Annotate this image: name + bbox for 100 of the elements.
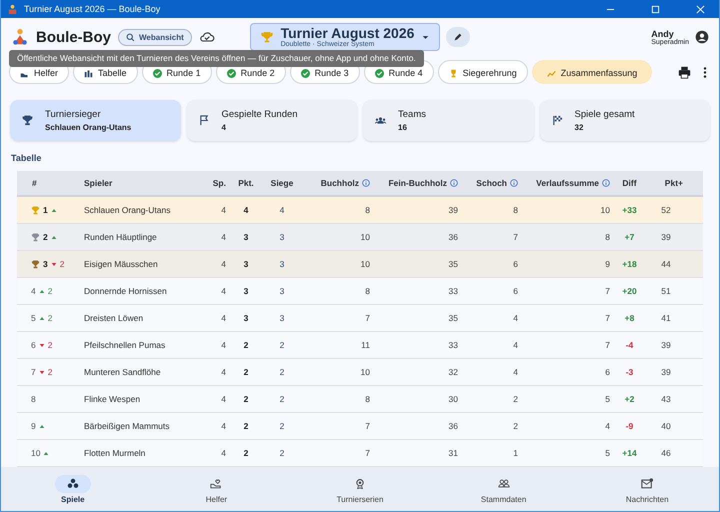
table-cell-text: 4 bbox=[220, 421, 227, 431]
rank: 7 bbox=[31, 367, 36, 377]
rank-change: 2 bbox=[48, 367, 52, 377]
table-cell-text: 39 bbox=[660, 367, 672, 377]
table-cell-text: 11 bbox=[360, 340, 371, 350]
maximize-icon[interactable] bbox=[651, 4, 660, 14]
table-cell-text: 6 bbox=[604, 367, 611, 377]
window-title: Turnier August 2026 — Boule-Boy bbox=[24, 4, 160, 14]
table-cell-text: 3 bbox=[242, 259, 250, 269]
people-icon bbox=[498, 478, 510, 489]
rank: 1 bbox=[43, 205, 48, 215]
table-cell-text: +14 bbox=[621, 448, 638, 458]
table-cell-text: +20 bbox=[621, 286, 638, 296]
close-icon[interactable] bbox=[696, 4, 705, 14]
stat-value: 4 bbox=[222, 123, 227, 132]
nav-item[interactable]: Nachrichten bbox=[575, 474, 719, 504]
table-cell-text: 4 bbox=[220, 367, 227, 377]
web-view-button[interactable]: Webansicht bbox=[118, 28, 192, 46]
edit-button[interactable] bbox=[446, 27, 470, 47]
rank: 2 bbox=[43, 232, 48, 242]
rank-change: 2 bbox=[48, 286, 52, 296]
info-icon[interactable] bbox=[510, 179, 518, 187]
user-name: Andy bbox=[651, 28, 674, 38]
print-icon[interactable] bbox=[678, 66, 691, 78]
column-header: Siege bbox=[270, 178, 294, 188]
checkered-flag-icon bbox=[552, 115, 562, 126]
stat-label: Gespielte Runden bbox=[222, 109, 298, 120]
table-cell-text: -9 bbox=[624, 421, 634, 431]
table-cell-text: 35 bbox=[448, 259, 459, 269]
table-cell-text: 5 bbox=[604, 448, 611, 458]
nav-item[interactable]: Turnierserien bbox=[288, 474, 432, 504]
search-icon bbox=[126, 32, 135, 42]
table-cell-text: Dreisten Löwen bbox=[83, 313, 144, 323]
stat-value: 16 bbox=[398, 123, 408, 132]
table-cell-text: 8 bbox=[364, 394, 371, 404]
table-cell-text: 2 bbox=[512, 421, 519, 431]
account-icon[interactable] bbox=[695, 30, 709, 44]
table-cell-text: Runden Häuptlinge bbox=[83, 232, 158, 242]
table-cell-text: -3 bbox=[624, 367, 634, 377]
tab[interactable]: Zusammenfassung bbox=[532, 60, 652, 84]
table-cell-text: 6 bbox=[512, 286, 519, 296]
table-cell-text: +2 bbox=[624, 394, 636, 404]
table-cell-text: 2 bbox=[278, 367, 286, 377]
table-cell-text: +7 bbox=[624, 232, 636, 242]
table-cell-text: 2 bbox=[242, 340, 250, 350]
column-header: Buchholz bbox=[302, 178, 374, 188]
table-cell-text: 3 bbox=[278, 286, 286, 296]
table-cell-text: +18 bbox=[621, 259, 638, 269]
info-icon[interactable] bbox=[450, 179, 458, 187]
pencil-icon bbox=[453, 32, 464, 42]
table-cell-text: Pfeilschnellen Pumas bbox=[83, 340, 166, 350]
app-icon bbox=[7, 4, 18, 14]
tooltip: Öffentliche Webansicht mit den Turnieren des Vereins öffnen — für Zuschauer, ohne App und ohne Konto. bbox=[9, 50, 424, 67]
table-cell-text: 33 bbox=[448, 340, 459, 350]
table-cell-text: Schlauen Orang-Utans bbox=[83, 205, 172, 215]
table-cell-text: 4 bbox=[604, 421, 611, 431]
table-cell-text: 40 bbox=[660, 421, 672, 431]
nav-item[interactable]: Helfer bbox=[144, 474, 288, 504]
rank: 3 bbox=[43, 259, 48, 269]
table-cell-text: 39 bbox=[660, 232, 672, 242]
column-header: Pkt+ bbox=[664, 178, 684, 188]
stat-label: Spiele gesamt bbox=[574, 109, 635, 120]
rank: 6 bbox=[31, 340, 36, 350]
table-cell-text: 52 bbox=[660, 205, 672, 215]
nav-item[interactable]: Stammdaten bbox=[432, 474, 576, 504]
table-cell-text: 10 bbox=[600, 205, 611, 215]
column-header: Verlaufssumme bbox=[522, 178, 614, 188]
rank: 5 bbox=[31, 313, 36, 323]
table-cell-text: 10 bbox=[360, 259, 371, 269]
column-header: # bbox=[31, 178, 38, 188]
table-cell-text: 2 bbox=[278, 340, 286, 350]
table-cell-text: 2 bbox=[242, 367, 250, 377]
table-cell-text: 5 bbox=[604, 394, 611, 404]
table-cell-text: 2 bbox=[278, 421, 286, 431]
table-cell-text: 4 bbox=[220, 205, 227, 215]
trophy-icon bbox=[22, 115, 33, 126]
info-icon[interactable] bbox=[602, 179, 610, 187]
table-cell-text: 8 bbox=[364, 205, 371, 215]
column-header: Fein-Buchholz bbox=[374, 178, 462, 188]
table-cell-text: 3 bbox=[278, 232, 286, 242]
rank: 10 bbox=[31, 448, 40, 458]
table-cell-text: 4 bbox=[220, 286, 227, 296]
table-cell-text: 33 bbox=[448, 286, 459, 296]
nav-item[interactable]: Spiele bbox=[1, 474, 145, 504]
info-icon[interactable] bbox=[362, 179, 370, 187]
table-cell-text: 7 bbox=[364, 448, 371, 458]
stat-label: Teams bbox=[398, 109, 426, 120]
more-icon[interactable] bbox=[703, 66, 707, 78]
tab[interactable]: Siegerehrung bbox=[438, 60, 528, 84]
table-cell-text: 4 bbox=[278, 205, 286, 215]
table-cell-text: 44 bbox=[660, 259, 672, 269]
table-cell-text: 30 bbox=[448, 394, 459, 404]
group-icon bbox=[375, 115, 386, 126]
rank-change: 2 bbox=[60, 259, 64, 269]
table-cell-text: Flotten Murmeln bbox=[83, 448, 146, 458]
rank-change: 2 bbox=[48, 313, 52, 323]
table-cell-text: 4 bbox=[512, 367, 519, 377]
award-icon bbox=[354, 478, 366, 489]
table-cell-text: 2 bbox=[242, 421, 250, 431]
table-cell-text: 7 bbox=[604, 286, 611, 296]
